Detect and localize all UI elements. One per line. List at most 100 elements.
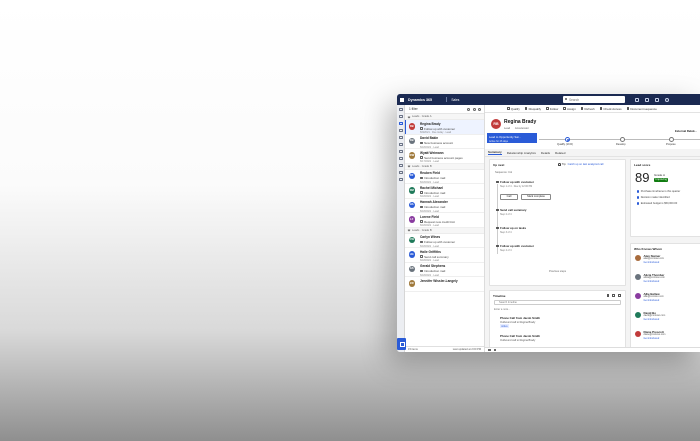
- filter-label[interactable]: 1 filter: [409, 107, 418, 111]
- step-item[interactable]: Follow up on tasks Step 3 of 4: [496, 226, 526, 234]
- more-icon[interactable]: [478, 107, 481, 111]
- lead-name: Regina Brady: [420, 121, 441, 126]
- home-icon[interactable]: [399, 115, 403, 119]
- settings-icon[interactable]: [635, 97, 639, 102]
- get-introduced-link[interactable]: Get introduced: [644, 318, 660, 321]
- search-list-icon[interactable]: [467, 107, 470, 111]
- filter-timeline-icon[interactable]: [612, 294, 616, 297]
- call-button[interactable]: Call: [500, 194, 518, 200]
- tab-relationship-analytics[interactable]: Relationship Analytics: [507, 151, 536, 155]
- list-header: 1 filter: [405, 105, 484, 114]
- avatar: RM: [408, 187, 415, 194]
- more-timeline-icon[interactable]: [618, 294, 621, 297]
- lead-activity: Follow up with customer: [420, 127, 484, 131]
- command-follow[interactable]: Follow: [546, 107, 558, 111]
- lead-activity: Introduction mail: [420, 205, 484, 209]
- process-duration: Active for 26 days: [489, 139, 509, 143]
- save-icon[interactable]: [493, 348, 497, 352]
- chat-launcher-button[interactable]: [397, 338, 406, 350]
- get-introduced-link[interactable]: Get introduced: [644, 261, 660, 264]
- mail-icon[interactable]: [399, 178, 403, 182]
- lead-list-item[interactable]: DB David Bakin New business account 6/18/20…: [405, 135, 484, 149]
- step-item[interactable]: Follow up with customer Step 4 of 4: [496, 244, 534, 252]
- calendar-icon[interactable]: [399, 157, 403, 161]
- avatar: CW: [408, 236, 415, 243]
- command-refresh[interactable]: Refresh: [580, 107, 595, 111]
- get-introduced-link[interactable]: Get introduced: [644, 337, 660, 340]
- get-introduced-link[interactable]: Get introduced: [644, 280, 660, 283]
- timeline-search-input[interactable]: Search timeline: [494, 300, 621, 305]
- command-qualify[interactable]: Qualify: [507, 107, 520, 111]
- assistant-icon[interactable]: [655, 97, 659, 102]
- app-launcher-icon[interactable]: [400, 97, 404, 102]
- filter-icon[interactable]: [399, 129, 403, 133]
- lead-activity: Send call summary: [420, 255, 484, 259]
- command-bar: Qualify Disqualify Follow Assign Refresh Chec…: [485, 105, 700, 113]
- lead-list-item[interactable]: JW Jennifer Wissler-Langely: [405, 277, 484, 292]
- command-assign[interactable]: Assign: [563, 107, 576, 111]
- group-label: Leads · Grade A: [412, 115, 432, 118]
- lead-list-item[interactable]: RF Reuben Field Introduction mail 6/18/2021…: [405, 170, 484, 184]
- command-disqualify[interactable]: Disqualify: [524, 107, 541, 111]
- command-icon: [580, 107, 584, 110]
- user-avatar-icon[interactable]: [665, 97, 669, 102]
- command-check-access[interactable]: Check Access: [599, 107, 622, 111]
- item-count: 15 items: [408, 348, 418, 351]
- open-icon[interactable]: [488, 348, 491, 352]
- get-introduced-link[interactable]: Get introduced: [644, 299, 660, 302]
- contact-item[interactable]: Diane Prescott diane@contoso.com Get intro…: [635, 330, 700, 345]
- stage-label-propose: Propose: [666, 143, 676, 146]
- record-type: Lead: [504, 125, 511, 130]
- lead-list-item[interactable]: HA Hannah Alexander Introduction mail 6/18/…: [405, 199, 484, 213]
- tip-link[interactable]: Catch up on last analyzed call: [568, 163, 604, 166]
- lead-list-item[interactable]: HG Haile Griffiths Send call summary 6/18/2…: [405, 248, 484, 263]
- contact-item[interactable]: David Bo david@contoso.com Get introduced: [635, 311, 700, 326]
- app-title[interactable]: Dynamics 365: [408, 98, 432, 102]
- sequence-label: Sequence: Col: [495, 171, 513, 174]
- lead-list-item[interactable]: WW Wyatt Weimann Send business account pag…: [405, 149, 484, 164]
- contact-item[interactable]: Alan Steiner alan@contoso.com Get introduc…: [635, 254, 700, 269]
- timeline-item[interactable]: Phone Call from Jacob Smith Outbound cal…: [494, 316, 621, 328]
- lead-list-item[interactable]: RM Rachel Michael Introduction mail 6/18/20…: [405, 184, 484, 199]
- leads-icon[interactable]: [399, 122, 403, 126]
- lead-list-item[interactable]: CW Carlyn Wines Follow up with customer 6/1…: [405, 234, 484, 248]
- avatar: [635, 312, 641, 318]
- stage-node-develop[interactable]: [620, 136, 625, 142]
- timeline-item[interactable]: Phone Call from Jacob Smith Outbound cal…: [494, 334, 621, 342]
- dynamics-window: Dynamics 365 Sales Search 1 filter Leads…: [397, 94, 700, 352]
- step-item[interactable]: Send call summary Step 2 of 4: [496, 208, 526, 216]
- step-icon: [496, 244, 499, 248]
- activity-icon: [420, 240, 423, 244]
- refresh-icon[interactable]: [472, 107, 476, 111]
- contacts-icon[interactable]: [399, 143, 403, 147]
- menu-icon[interactable]: [399, 108, 403, 112]
- tab-summary[interactable]: Summary: [488, 150, 502, 156]
- lead-list-item[interactable]: LF Lorene Field Request new credit limit 6/…: [405, 213, 484, 228]
- tab-related[interactable]: Related: [555, 151, 565, 155]
- phone-icon[interactable]: [399, 164, 403, 168]
- help-icon[interactable]: [645, 97, 649, 102]
- tab-details[interactable]: Details: [541, 151, 550, 155]
- lead-list-item[interactable]: RB Regina Brady Follow up with customer 6/9…: [405, 120, 484, 135]
- command-document-sequence[interactable]: Document sequence: [626, 107, 657, 111]
- add-icon[interactable]: [606, 294, 610, 297]
- previous-steps-link[interactable]: Previous steps: [490, 270, 625, 273]
- stage-node-propose[interactable]: [669, 136, 674, 142]
- lead-list-item[interactable]: GS Gerald Stephens Introduction mail 6/18/2…: [405, 263, 484, 277]
- documents-icon[interactable]: [399, 171, 403, 175]
- note-input[interactable]: Enter a note...: [494, 308, 621, 311]
- chart-icon[interactable]: [399, 136, 403, 140]
- app-area[interactable]: Sales: [451, 98, 459, 102]
- contact-item[interactable]: Allie Bellew allie@contoso.com Get introdu…: [635, 292, 700, 307]
- lead-name: Jennifer Wissler-Langely: [420, 278, 458, 283]
- tip-banner: Tip: Catch up on last analyzed call: [558, 163, 603, 166]
- step-item[interactable]: Follow up with customer Step 1 of 4 · Du…: [496, 180, 534, 188]
- contact-item[interactable]: Alicia Thomber alicia@contoso.com Get intr…: [635, 273, 700, 288]
- mark-complete-button[interactable]: Mark complete: [521, 194, 551, 200]
- lead-score-title: Lead score: [634, 163, 651, 167]
- process-stage-flyout[interactable]: Lead to Opportunity Sal... Active for 26…: [487, 133, 537, 143]
- global-search-input[interactable]: Search: [563, 96, 625, 103]
- accounts-icon[interactable]: [399, 150, 403, 154]
- group-label: Leads · Grade B: [412, 164, 432, 168]
- stage-node-qualify[interactable]: [565, 136, 570, 142]
